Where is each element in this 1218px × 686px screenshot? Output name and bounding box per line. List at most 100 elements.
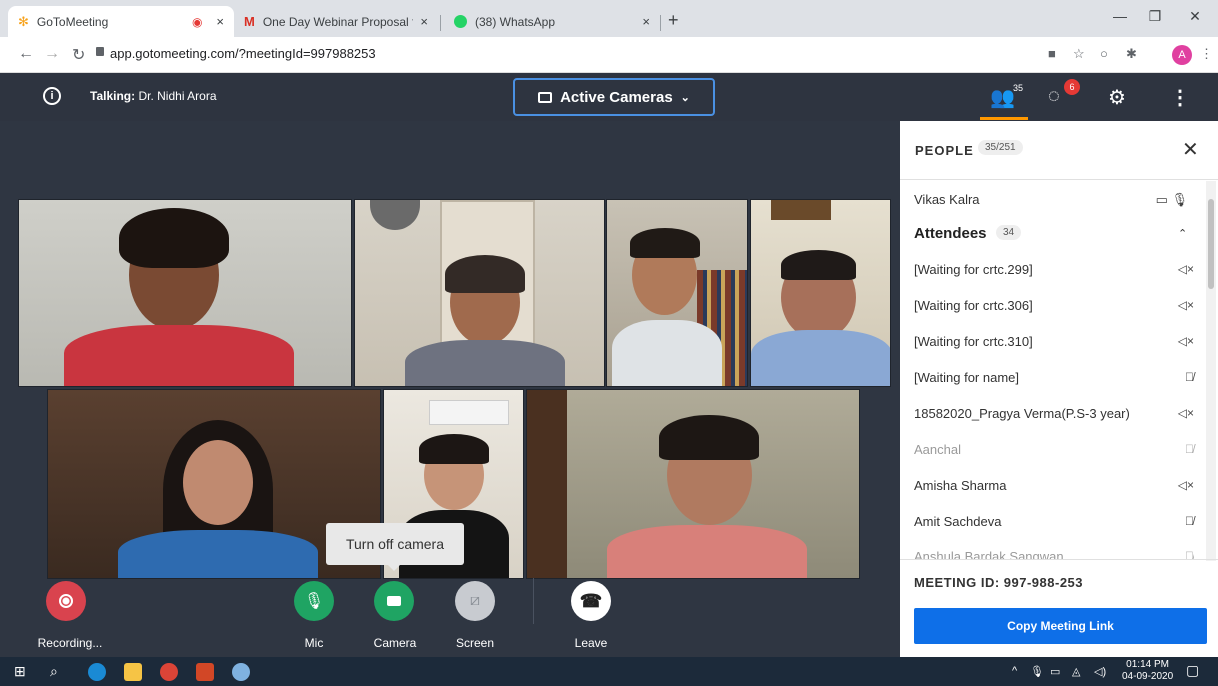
tab-title: One Day Webinar Proposal from [262,14,413,29]
attendees-count-badge: 34 [996,225,1022,240]
attendee-row[interactable]: [Waiting for name] 🎙̸ [914,370,1194,385]
camera-view-icon [538,91,553,103]
people-icon[interactable]: 👥 [990,85,1015,110]
attendee-row[interactable]: Anshula Bardak Sangwan 🎙̸ [914,549,1194,559]
volume-icon[interactable]: ◁) [1094,665,1106,678]
attendee-name: 18582020_Pragya Verma(P.S-3 year) [914,406,1130,421]
back-icon[interactable]: ← [18,45,34,63]
battery-icon[interactable]: ▭ [1050,665,1060,678]
panel-count-badge: 35/251 [978,140,1023,155]
panel-divider [900,179,1218,180]
mic-button[interactable]: 🎙 [294,581,334,621]
info-icon[interactable]: i [43,87,61,105]
chrome-icon[interactable] [160,663,178,681]
controls-divider [533,578,534,624]
attendee-name: Amisha Sharma [914,478,1007,493]
close-window-button[interactable]: ✕ [1185,8,1205,25]
lock-icon [96,47,104,56]
search-icon[interactable]: ⌕ [50,663,58,680]
talking-name: Dr. Nidhi Arora [138,89,217,103]
recording-button[interactable] [46,581,86,621]
attendee-row[interactable]: [Waiting for crtc.306] ◁× [914,298,1194,313]
extension-icon[interactable]: ○ [1100,46,1108,61]
close-tab-icon[interactable]: × [216,14,224,29]
chat-badge: 6 [1064,79,1080,95]
leave-button[interactable]: ☎ [571,581,611,621]
close-panel-icon[interactable]: ✕ [1182,137,1199,162]
speaker-muted-icon: ◁× [1177,478,1194,492]
paint-icon[interactable] [232,663,250,681]
copy-meeting-link-button[interactable]: Copy Meeting Link [914,608,1207,644]
puzzle-icon[interactable]: ✱ [1126,46,1137,62]
notifications-icon[interactable]: ▢ [1186,662,1199,679]
organizer-row[interactable]: Vikas Kalra ▭ 🎙 [914,192,1194,207]
people-panel: PEOPLE 35/251 ✕ Vikas Kalra ▭ 🎙 Attendee… [900,121,1218,657]
attendees-heading[interactable]: Attendees [914,225,987,242]
attendee-row[interactable]: [Waiting for crtc.310] ◁× [914,334,1194,349]
close-tab-icon[interactable]: × [642,14,650,29]
video-tile[interactable] [750,199,891,387]
attendee-row[interactable]: Amit Sachdeva 🎙̸ [914,514,1194,529]
menu-kebab-icon[interactable]: ⋮ [1200,46,1213,62]
windows-start-icon[interactable]: ⊞ [14,663,26,680]
attendee-row[interactable]: 18582020_Pragya Verma(P.S-3 year) ◁× [914,406,1194,421]
speaker-muted-icon: ◁× [1177,262,1194,276]
more-options-icon[interactable]: ⋮ [1170,85,1190,110]
screen-share-button[interactable]: ⧄ [455,581,495,621]
screen-label: Screen [455,636,495,650]
view-mode-dropdown[interactable]: Active Cameras ⌄ [513,78,715,116]
system-clock[interactable]: 01:14 PM 04-09-2020 [1122,659,1173,683]
mic-tray-icon[interactable]: 🎙 [1030,665,1044,678]
attendee-name: Anshula Bardak Sangwan [914,549,1064,559]
video-tile[interactable] [18,199,352,387]
camera-button[interactable] [374,581,414,621]
panel-title: PEOPLE [915,143,974,158]
tab-gmail[interactable]: M One Day Webinar Proposal from × [234,6,438,37]
video-tile[interactable] [606,199,748,387]
file-explorer-icon[interactable] [124,663,142,681]
attendee-name: Aanchal [914,442,961,457]
video-tile[interactable] [354,199,605,387]
mic-off-icon: 🎙̸ [1185,514,1194,528]
record-icon [59,594,73,608]
attendee-name: Amit Sachdeva [914,514,1002,529]
reload-icon[interactable]: ↻ [72,45,85,65]
panel-scroll-thumb[interactable] [1208,199,1214,289]
video-tile[interactable] [526,389,860,579]
edge-icon[interactable] [88,663,106,681]
minimize-button[interactable]: — [1110,8,1130,24]
show-hidden-icons[interactable]: ^ [1012,665,1017,677]
new-tab-button[interactable]: + [668,10,679,31]
chat-icon[interactable]: ◌ [1048,85,1060,108]
chevron-up-icon[interactable]: ⌃ [1178,227,1187,240]
camera-label: Camera [373,636,417,650]
attendee-row[interactable]: Amisha Sharma ◁× [914,478,1194,493]
tab-gotomeeting[interactable]: ✻ GoToMeeting ◉ × [8,6,234,37]
close-tab-icon[interactable]: × [420,14,428,29]
attendee-name: [Waiting for name] [914,370,1020,385]
wifi-icon[interactable]: ◬ [1072,665,1080,678]
camera-indicator-icon[interactable]: ■ [1048,46,1056,61]
settings-gear-icon[interactable]: ⚙ [1108,85,1126,110]
attendee-row[interactable]: [Waiting for crtc.299] ◁× [914,262,1194,277]
forward-icon[interactable]: → [44,45,60,63]
powerpoint-icon[interactable] [196,663,214,681]
leave-label: Leave [574,636,608,650]
organizer-name: Vikas Kalra [914,192,980,207]
attendee-row[interactable]: Aanchal 🎙̸ [914,442,1194,457]
speaker-muted-icon: ◁× [1177,298,1194,312]
tab-whatsapp[interactable]: (38) WhatsApp × [444,6,660,37]
attendee-name: [Waiting for crtc.306] [914,298,1033,313]
tab-separator [660,15,661,31]
meeting-header: i Talking: Dr. Nidhi Arora Active Camera… [0,73,1218,121]
chevron-down-icon: ⌄ [680,91,690,104]
view-mode-label: Active Cameras [560,88,673,106]
speaker-muted-icon: ◁× [1177,334,1194,348]
url-field[interactable]: app.gotomeeting.com/?meetingId=997988253 [110,46,376,61]
mic-off-icon: 🎙̸ [1185,442,1194,456]
restore-button[interactable]: ❐ [1145,8,1165,25]
profile-avatar[interactable]: A [1172,45,1192,65]
clock-date: 04-09-2020 [1122,671,1174,682]
bookmark-star-icon[interactable]: ☆ [1073,46,1085,62]
talking-indicator: Talking: Dr. Nidhi Arora [90,89,217,103]
